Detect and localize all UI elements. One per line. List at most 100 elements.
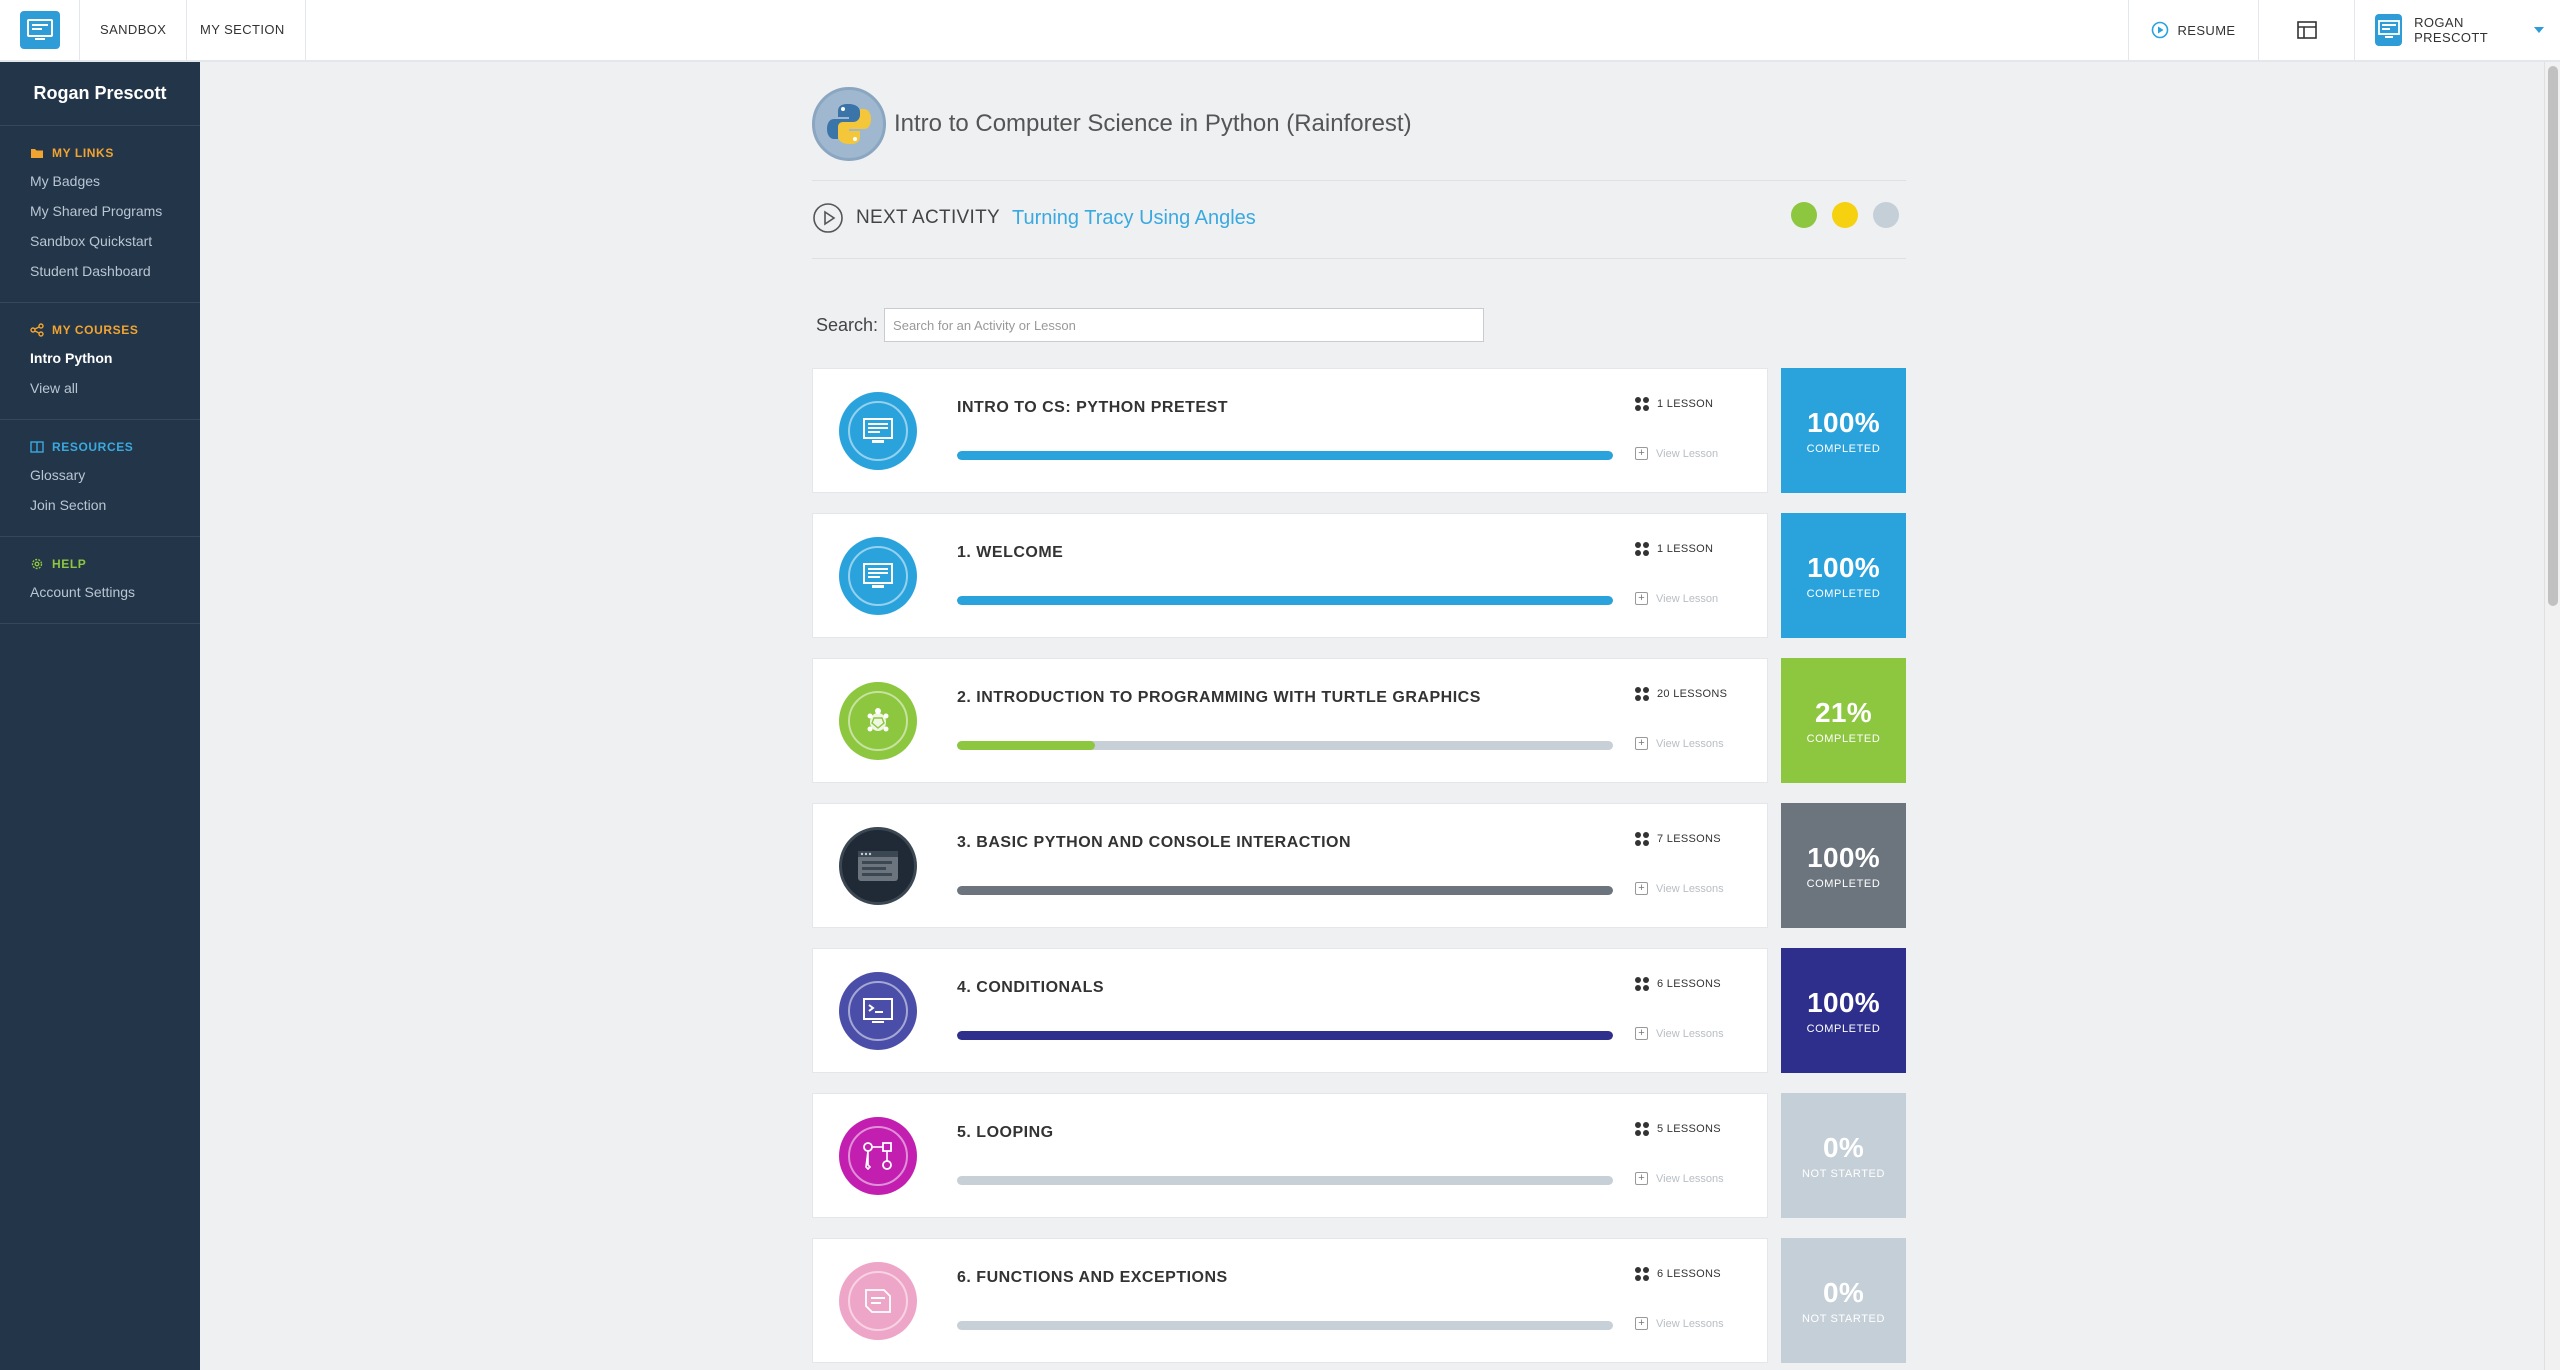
sidebar-item-view-all[interactable]: View all [0, 373, 200, 403]
sidebar-item-sandbox-quickstart[interactable]: Sandbox Quickstart [0, 226, 200, 256]
completion-box: 21% COMPLETED [1781, 658, 1906, 783]
next-activity-link[interactable]: Turning Tracy Using Angles [1012, 207, 1256, 230]
sidebar-section-help: HELP Account Settings [0, 537, 200, 624]
top-bar: SANDBOX MY SECTION RESUME ROGAN PRESCOTT [0, 0, 2560, 62]
view-lessons-link[interactable]: + View Lessons [1635, 737, 1724, 750]
page-scrollbar[interactable] [2544, 62, 2560, 1370]
view-lessons-link[interactable]: + View Lesson [1635, 592, 1718, 605]
lessons-grid-icon [1635, 397, 1649, 411]
computer-logo-icon [19, 11, 60, 49]
lessons-grid-icon [1635, 542, 1649, 556]
status-dot-green [1791, 202, 1817, 228]
unit-card[interactable]: 5. LOOPING 5 LESSONS + View Lessons [812, 1093, 1768, 1218]
unit-card[interactable]: INTRO TO CS: PYTHON PRETEST 1 LESSON + V… [812, 368, 1768, 493]
progress-bar [957, 1031, 1613, 1040]
unit-card[interactable]: 2. INTRODUCTION TO PROGRAMMING WITH TURT… [812, 658, 1768, 783]
unit-title[interactable]: 1. WELCOME [957, 544, 1063, 562]
lesson-count: 7 LESSONS [1635, 832, 1721, 846]
lesson-count: 20 LESSONS [1635, 687, 1727, 701]
lesson-count: 6 LESSONS [1635, 977, 1721, 991]
completion-status: COMPLETED [1806, 587, 1881, 600]
unit-card[interactable]: 1. WELCOME 1 LESSON + View Lesson [812, 513, 1768, 638]
chevron-down-icon [2534, 27, 2544, 33]
completion-percent: 21% [1815, 696, 1872, 728]
completion-box: 0% NOT STARTED [1781, 1093, 1906, 1218]
lesson-count: 6 LESSONS [1635, 1267, 1721, 1281]
sidebar-heading: RESOURCES [0, 434, 200, 460]
view-lessons-link[interactable]: + View Lessons [1635, 882, 1724, 895]
computer-icon [839, 392, 917, 470]
unit-title[interactable]: 2. INTRODUCTION TO PROGRAMMING WITH TURT… [957, 689, 1481, 707]
sidebar-item-my-badges[interactable]: My Badges [0, 166, 200, 196]
sidebar: Rogan Prescott MY LINKS My Badges My Sha… [0, 62, 200, 1370]
layout-toggle-button[interactable] [2258, 0, 2354, 60]
scrollbar-thumb[interactable] [2548, 66, 2558, 606]
progress-bar [957, 1176, 1613, 1185]
progress-fill [957, 741, 1095, 750]
unit-row: INTRO TO CS: PYTHON PRETEST 1 LESSON + V… [812, 368, 1906, 493]
expand-plus-icon: + [1635, 882, 1648, 895]
expand-plus-icon: + [1635, 1172, 1648, 1185]
sidebar-item-my-shared-programs[interactable]: My Shared Programs [0, 196, 200, 226]
completion-box: 100% COMPLETED [1781, 948, 1906, 1073]
search-label: Search: [816, 314, 879, 335]
unit-title[interactable]: 3. BASIC PYTHON AND CONSOLE INTERACTION [957, 834, 1351, 852]
view-lessons-link[interactable]: + View Lesson [1635, 447, 1718, 460]
sidebar-item-student-dashboard[interactable]: Student Dashboard [0, 256, 200, 286]
completion-status: COMPLETED [1806, 732, 1881, 745]
view-lessons-link[interactable]: + View Lessons [1635, 1172, 1724, 1185]
unit-title[interactable]: 4. CONDITIONALS [957, 979, 1104, 997]
completion-percent: 100% [1807, 986, 1880, 1018]
sidebar-heading-label: HELP [52, 557, 87, 571]
flowchart-icon [839, 1117, 917, 1195]
view-lessons-label: View Lessons [1656, 1027, 1724, 1040]
user-menu[interactable]: ROGAN PRESCOTT [2354, 0, 2544, 60]
divider [812, 180, 1906, 181]
completion-status: COMPLETED [1806, 442, 1881, 455]
turtle-icon [839, 682, 917, 760]
expand-plus-icon: + [1635, 1317, 1648, 1330]
lesson-count: 1 LESSON [1635, 542, 1713, 556]
sidebar-heading: MY LINKS [0, 140, 200, 166]
resume-button[interactable]: RESUME [2128, 0, 2258, 60]
unit-title[interactable]: INTRO TO CS: PYTHON PRETEST [957, 399, 1228, 417]
view-lessons-label: View Lessons [1656, 737, 1724, 750]
sidebar-item-join-section[interactable]: Join Section [0, 490, 200, 520]
sidebar-item-account-settings[interactable]: Account Settings [0, 577, 200, 607]
unit-row: 5. LOOPING 5 LESSONS + View Lessons 0% N… [812, 1093, 1906, 1218]
nav-my-section[interactable]: MY SECTION [180, 0, 306, 60]
completion-box: 0% NOT STARTED [1781, 1238, 1906, 1363]
unit-card[interactable]: 4. CONDITIONALS 6 LESSONS + View Lessons [812, 948, 1768, 1073]
lesson-count-label: 7 LESSONS [1657, 833, 1721, 845]
view-lessons-link[interactable]: + View Lessons [1635, 1027, 1724, 1040]
sidebar-item-glossary[interactable]: Glossary [0, 460, 200, 490]
unit-title[interactable]: 5. LOOPING [957, 1124, 1054, 1142]
sidebar-section-my-courses: MY COURSES Intro Python View all [0, 303, 200, 420]
unit-row: 2. INTRODUCTION TO PROGRAMMING WITH TURT… [812, 658, 1906, 783]
nav-sandbox[interactable]: SANDBOX [80, 0, 188, 60]
lessons-grid-icon [1635, 832, 1649, 846]
unit-list: INTRO TO CS: PYTHON PRETEST 1 LESSON + V… [812, 368, 1906, 1370]
view-lessons-label: View Lesson [1656, 447, 1719, 460]
view-lessons-link[interactable]: + View Lessons [1635, 1317, 1724, 1330]
unit-title[interactable]: 6. FUNCTIONS AND EXCEPTIONS [957, 1269, 1228, 1287]
lesson-count-label: 1 LESSON [1657, 543, 1714, 555]
lessons-grid-icon [1635, 687, 1649, 701]
lessons-grid-icon [1635, 977, 1649, 991]
play-circle-icon[interactable] [812, 202, 844, 234]
progress-bar [957, 596, 1613, 605]
play-circle-icon [2152, 21, 2169, 39]
sidebar-section-resources: RESOURCES Glossary Join Section [0, 420, 200, 537]
app-logo[interactable] [0, 0, 80, 60]
lesson-count-label: 1 LESSON [1657, 398, 1714, 410]
sidebar-heading-label: MY COURSES [52, 323, 139, 337]
sidebar-item-intro-python[interactable]: Intro Python [0, 343, 200, 373]
search-input[interactable] [884, 308, 1485, 342]
completion-percent: 0% [1822, 1131, 1865, 1163]
console-icon [839, 827, 917, 905]
course-header: Intro to Computer Science in Python (Rai… [812, 86, 1412, 162]
progress-bar [957, 886, 1613, 895]
unit-card[interactable]: 3. BASIC PYTHON AND CONSOLE INTERACTION … [812, 803, 1768, 928]
unit-card[interactable]: 6. FUNCTIONS AND EXCEPTIONS 6 LESSONS + … [812, 1238, 1768, 1363]
avatar [2375, 14, 2403, 46]
